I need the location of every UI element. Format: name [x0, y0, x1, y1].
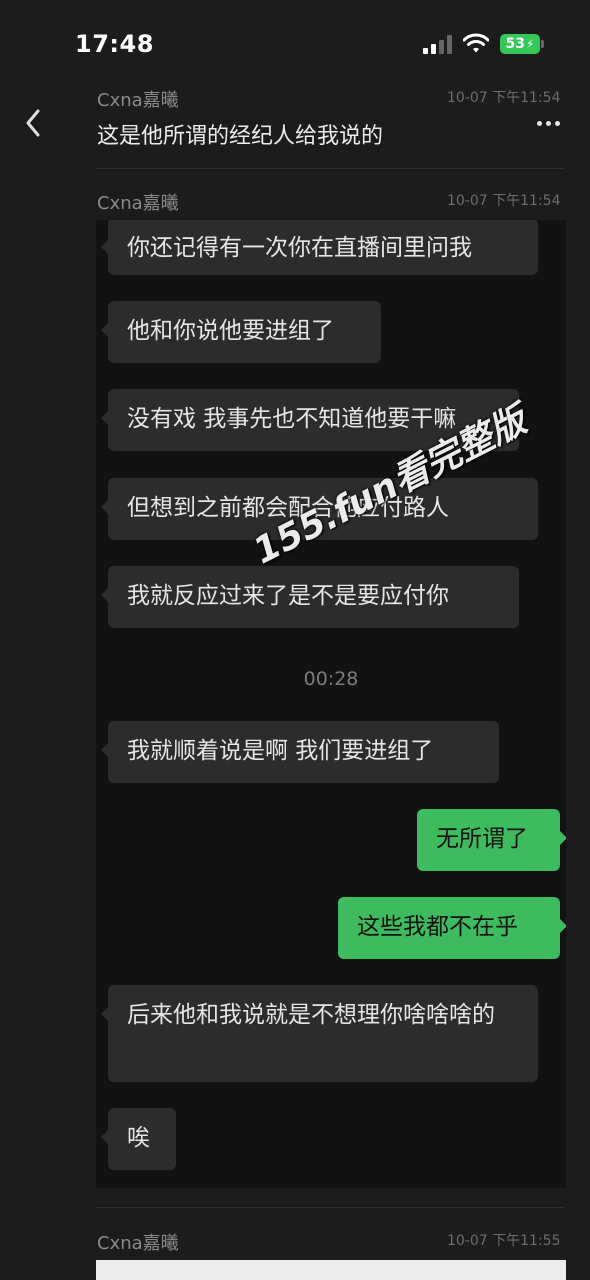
chat-bubble-incoming: 他和你说他要进组了 — [101, 301, 381, 363]
charging-icon: ⚡ — [526, 37, 535, 51]
dot — [536, 120, 542, 126]
wifi-icon — [463, 33, 489, 53]
message-timestamp: 10-07 下午11:54 — [447, 193, 561, 209]
chat-bubble-incoming: 我就顺着说是啊 我们要进组了 — [101, 721, 499, 783]
attached-image-preview[interactable] — [96, 1260, 566, 1280]
status-time: 17:48 — [75, 30, 154, 58]
message-divider — [97, 168, 565, 169]
chat-bubble-outgoing: 这些我都不在乎 — [338, 897, 566, 959]
dot — [554, 120, 560, 126]
message-sender: Cxna嘉曦 — [97, 1233, 179, 1254]
message-timestamp: 10-07 下午11:54 — [447, 90, 561, 106]
battery-level: 53 — [505, 36, 526, 52]
message-sender: Cxna嘉曦 — [97, 90, 179, 111]
chat-bubble-incoming: 你还记得有一次你在直播间里问我 — [101, 220, 538, 275]
chat-bubble-incoming: 唉 — [101, 1108, 176, 1170]
dot — [545, 120, 551, 126]
chat-screenshot-image[interactable]: 你还记得有一次你在直播间里问我 他和你说他要进组了 没有戏 我事先也不知道他要干… — [96, 220, 566, 1188]
back-chevron-icon[interactable] — [20, 105, 48, 141]
battery-indicator: 53 ⚡ — [500, 34, 540, 54]
more-options-button[interactable] — [530, 110, 566, 136]
chat-bubble-incoming: 后来他和我说就是不想理你啥啥啥的 — [101, 985, 538, 1082]
chat-bubble-outgoing: 无所谓了 — [417, 809, 566, 871]
message-sender: Cxna嘉曦 — [97, 193, 179, 214]
message-text: 这是他所谓的经纪人给我说的 — [97, 124, 384, 149]
message-timestamp: 10-07 下午11:55 — [447, 1233, 561, 1249]
chat-bubble-incoming: 我就反应过来了是不是要应付你 — [101, 566, 519, 628]
cellular-signal-icon — [423, 34, 453, 54]
message-divider — [97, 1207, 565, 1208]
voice-call-duration: 00:28 — [303, 668, 359, 690]
status-bar: 17:48 53 ⚡ — [0, 0, 590, 88]
battery-cap — [541, 40, 544, 48]
